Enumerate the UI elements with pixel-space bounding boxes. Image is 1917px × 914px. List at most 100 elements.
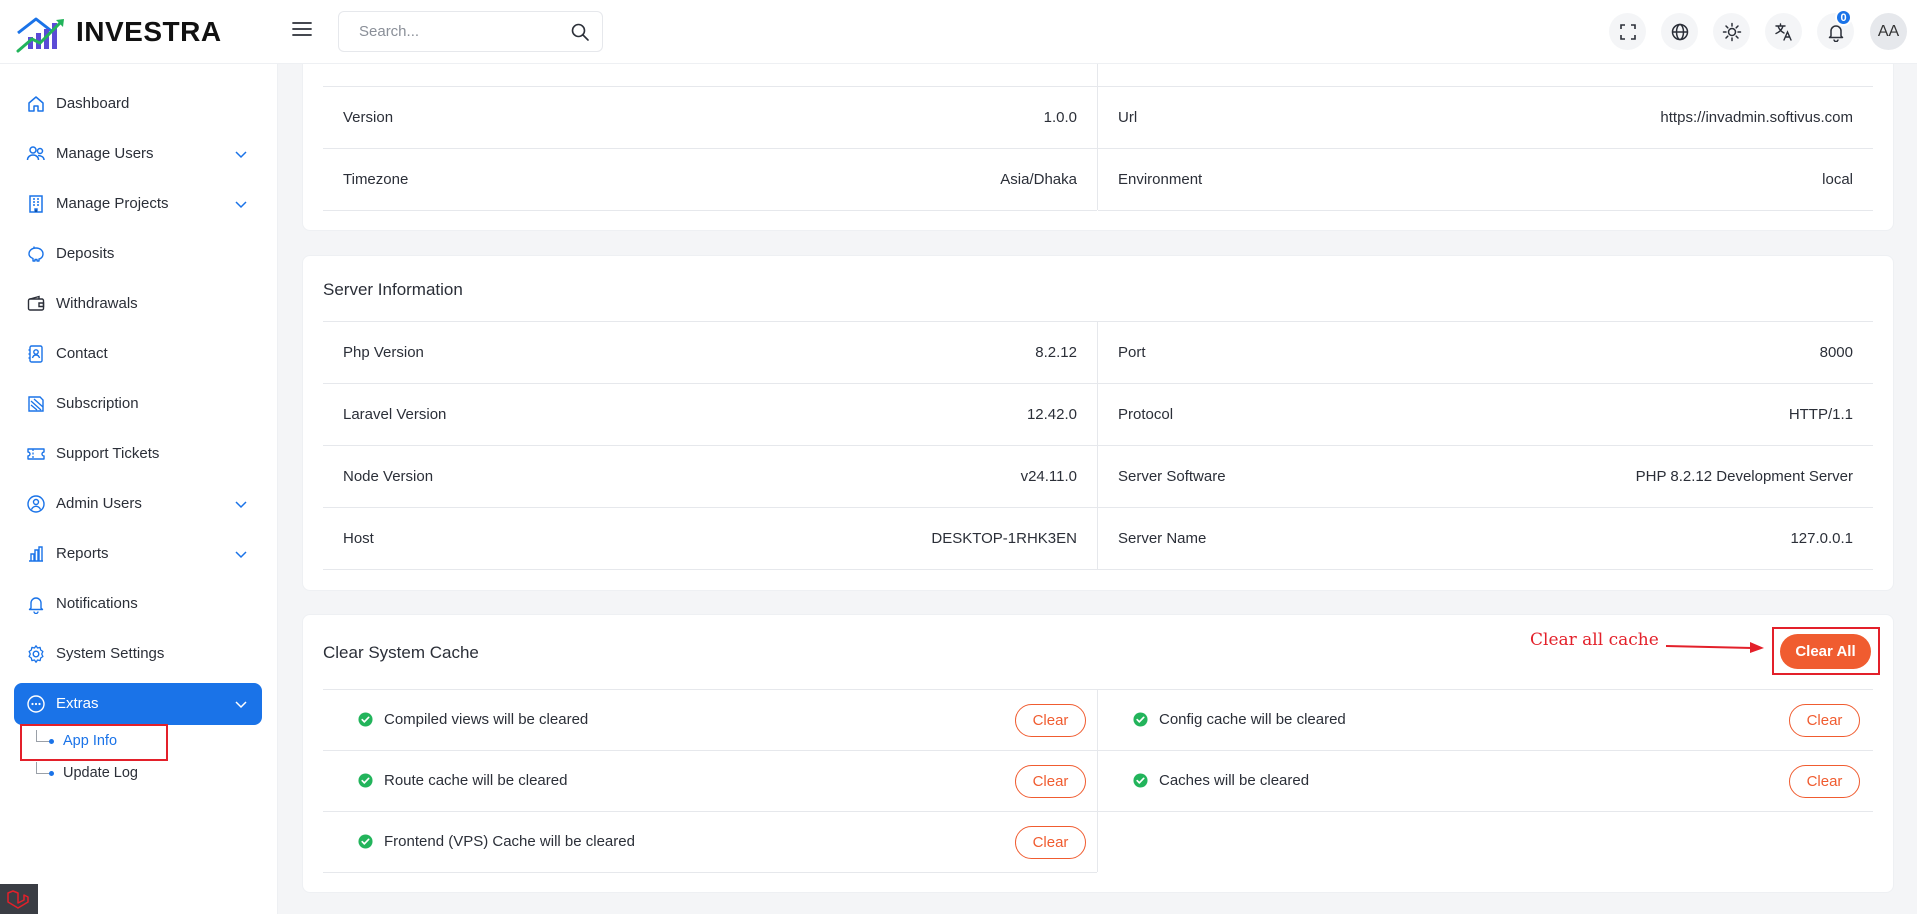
- contact-icon: [28, 345, 43, 363]
- info-value: HTTP/1.1: [1788, 406, 1853, 423]
- notification-count-badge: 0: [1835, 9, 1852, 26]
- sidebar-subitem-label: Update Log: [63, 765, 138, 781]
- dots-circle-icon: [27, 695, 45, 713]
- sidebar-item-label: Extras: [56, 695, 99, 712]
- info-row-laravel-version: Laravel Version 12.42.0: [323, 384, 1097, 446]
- chevron-down-icon: [235, 201, 247, 209]
- annotation-label: Clear all cache: [1530, 630, 1659, 650]
- search-icon[interactable]: [570, 22, 590, 42]
- server-info-grid: Php Version 8.2.12 Port 8000 Laravel Ver…: [323, 321, 1873, 570]
- brand-name: INVESTRA: [76, 16, 222, 47]
- sidebar-item-manage-users[interactable]: Manage Users: [14, 133, 262, 175]
- highlight-app-info-box: [20, 724, 168, 761]
- fullscreen-button[interactable]: [1609, 13, 1646, 50]
- info-value: 8000: [1819, 344, 1853, 361]
- sidebar-item-label: Support Tickets: [56, 445, 160, 462]
- clear-all-button[interactable]: Clear All: [1780, 634, 1871, 669]
- info-key: Protocol: [1118, 406, 1174, 423]
- sidebar-item-notifications[interactable]: Notifications: [14, 583, 262, 625]
- sidebar-item-reports[interactable]: Reports: [14, 533, 262, 575]
- sidebar-item-deposits[interactable]: Deposits: [14, 233, 262, 275]
- info-key: Node Version: [343, 468, 434, 485]
- info-value: 127.0.0.1: [1790, 530, 1853, 547]
- search-input[interactable]: [339, 12, 602, 51]
- clear-route-button[interactable]: Clear: [1015, 765, 1086, 798]
- server-info-card: Server Information Php Version 8.2.12 Po…: [302, 255, 1894, 591]
- info-key: Host: [343, 530, 374, 547]
- info-key: Timezone: [343, 171, 409, 188]
- check-circle-icon: [358, 834, 373, 849]
- check-circle-icon: [1133, 773, 1148, 788]
- piggy-bank-icon: [28, 246, 44, 262]
- clear-compiled-views-button[interactable]: Clear: [1015, 704, 1086, 737]
- translate-button[interactable]: [1765, 13, 1802, 50]
- laravel-icon: [7, 890, 29, 909]
- sidebar-item-label: Notifications: [56, 595, 138, 612]
- user-avatar[interactable]: AA: [1870, 13, 1907, 50]
- users-icon: [26, 146, 45, 161]
- clear-config-button[interactable]: Clear: [1789, 704, 1860, 737]
- info-row-environment: Environment local: [1098, 149, 1873, 211]
- check-circle-icon: [1133, 712, 1148, 727]
- sidebar-item-support-tickets[interactable]: Support Tickets: [14, 433, 262, 475]
- sidebar-item-manage-projects[interactable]: Manage Projects: [14, 183, 262, 225]
- clear-caches-button[interactable]: Clear: [1789, 765, 1860, 798]
- sidebar-item-contact[interactable]: Contact: [14, 333, 262, 375]
- info-row-port: Port 8000: [1098, 322, 1873, 384]
- info-key: Port: [1118, 344, 1146, 361]
- sidebar-item-admin-users[interactable]: Admin Users: [14, 483, 262, 525]
- bell-icon: [28, 597, 44, 614]
- cache-item-compiled-views: Compiled views will be cleared Clear: [323, 690, 1097, 751]
- cache-item-config: Config cache will be cleared Clear: [1098, 690, 1873, 751]
- cache-item-label: Config cache will be cleared: [1159, 711, 1346, 728]
- info-row-timezone: Timezone Asia/Dhaka: [323, 149, 1097, 211]
- info-value: PHP 8.2.12 Development Server: [1635, 468, 1853, 485]
- info-key: Laravel Version: [343, 406, 447, 423]
- sidebar-item-label: Reports: [56, 545, 109, 562]
- chevron-down-icon: [235, 551, 247, 559]
- info-value: local: [1822, 171, 1853, 188]
- info-row-url: Url https://invadmin.softivus.com: [1098, 87, 1873, 149]
- cache-item-label: Route cache will be cleared: [384, 772, 568, 789]
- sidebar-item-label: System Settings: [56, 645, 165, 662]
- sidebar-item-system-settings[interactable]: System Settings: [14, 633, 262, 675]
- admin-user-icon: [27, 495, 45, 513]
- laravel-debug-badge[interactable]: [0, 884, 38, 914]
- theme-toggle-button[interactable]: [1713, 13, 1750, 50]
- sidebar-item-label: Subscription: [56, 395, 139, 412]
- check-circle-icon: [358, 712, 373, 727]
- sidebar-item-subscription[interactable]: Subscription: [14, 383, 262, 425]
- cache-item-label: Compiled views will be cleared: [384, 711, 589, 728]
- clear-cache-card: Clear System Cache Compiled views will b…: [302, 614, 1894, 893]
- info-value: https://invadmin.softivus.com: [1660, 109, 1853, 126]
- language-button[interactable]: [1661, 13, 1698, 50]
- bullet-dot: [49, 771, 54, 776]
- info-row-node-version: Node Version v24.11.0: [323, 446, 1097, 508]
- home-icon: [28, 96, 44, 112]
- building-icon: [29, 195, 43, 213]
- subscription-icon: [28, 396, 44, 412]
- info-row-server-software: Server Software PHP 8.2.12 Development S…: [1098, 446, 1873, 508]
- sidebar-item-extras[interactable]: Extras: [14, 683, 262, 725]
- fullscreen-icon: [1619, 23, 1636, 40]
- info-value: 1.0.0: [1043, 109, 1077, 126]
- gear-icon: [28, 645, 44, 663]
- chart-icon: [29, 546, 43, 562]
- wallet-icon: [27, 295, 45, 311]
- app-info-card: Version 1.0.0 Url https://invadmin.softi…: [302, 40, 1894, 231]
- info-value: Asia/Dhaka: [1000, 171, 1077, 188]
- info-key: Version: [343, 109, 394, 126]
- menu-toggle-button[interactable]: [290, 17, 314, 41]
- logo-icon: [16, 17, 64, 53]
- sidebar-item-label: Contact: [56, 345, 108, 362]
- chevron-down-icon: [235, 701, 247, 709]
- brand-logo[interactable]: INVESTRA: [14, 11, 222, 53]
- app-info-grid: Version 1.0.0 Url https://invadmin.softi…: [323, 41, 1873, 211]
- sidebar-item-dashboard[interactable]: Dashboard: [14, 83, 262, 125]
- sidebar-item-label: Withdrawals: [56, 295, 138, 312]
- sidebar-item-withdrawals[interactable]: Withdrawals: [14, 283, 262, 325]
- info-key: Server Name: [1118, 530, 1207, 547]
- clear-frontend-button[interactable]: Clear: [1015, 826, 1086, 859]
- sidebar-item-label: Admin Users: [56, 495, 142, 512]
- sidebar-item-label: Manage Users: [56, 145, 154, 162]
